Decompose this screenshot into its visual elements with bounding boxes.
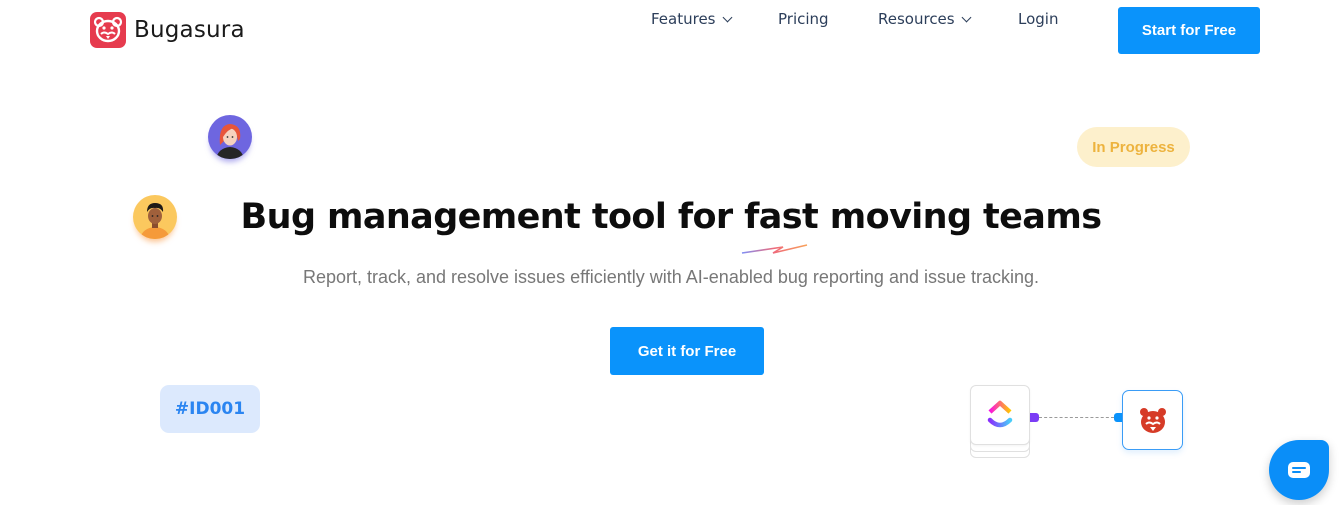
chevron-down-icon — [961, 12, 972, 22]
nav-resources[interactable]: Resources — [878, 10, 972, 28]
nav-pricing[interactable]: Pricing — [778, 10, 829, 28]
start-for-free-button[interactable]: Start for Free — [1118, 7, 1260, 54]
clickup-card — [970, 385, 1030, 445]
nav-resources-label: Resources — [878, 10, 955, 28]
nav-login[interactable]: Login — [1018, 10, 1058, 28]
brand-name: Bugasura — [134, 17, 245, 43]
chat-widget-button[interactable] — [1269, 440, 1329, 500]
chevron-down-icon — [722, 12, 732, 22]
hero-headline: Bug management tool for fast moving team… — [240, 197, 1102, 237]
clickup-integration-card — [970, 385, 1030, 458]
chat-icon — [1288, 462, 1310, 478]
brand-logo[interactable]: Bugasura — [90, 12, 245, 48]
bugasura-logo-icon — [90, 12, 126, 48]
hero-subtext: Report, track, and resolve issues effici… — [302, 267, 1040, 287]
get-it-for-free-button[interactable]: Get it for Free — [610, 327, 764, 375]
bugasura-icon — [1139, 408, 1166, 433]
connector-line — [1039, 417, 1114, 418]
bugasura-integration-card — [1122, 390, 1183, 450]
nav-features-label: Features — [651, 10, 716, 28]
nav-features[interactable]: Features — [651, 10, 732, 28]
connector-dot-left — [1030, 413, 1039, 422]
in-progress-badge: In Progress — [1077, 127, 1190, 167]
squiggle-underline-icon — [741, 244, 808, 254]
nav-pricing-label: Pricing — [778, 10, 829, 28]
issue-id-badge: #ID001 — [160, 385, 260, 433]
avatar-woman — [208, 115, 252, 159]
nav-login-label: Login — [1018, 10, 1059, 28]
clickup-icon — [987, 400, 1013, 428]
